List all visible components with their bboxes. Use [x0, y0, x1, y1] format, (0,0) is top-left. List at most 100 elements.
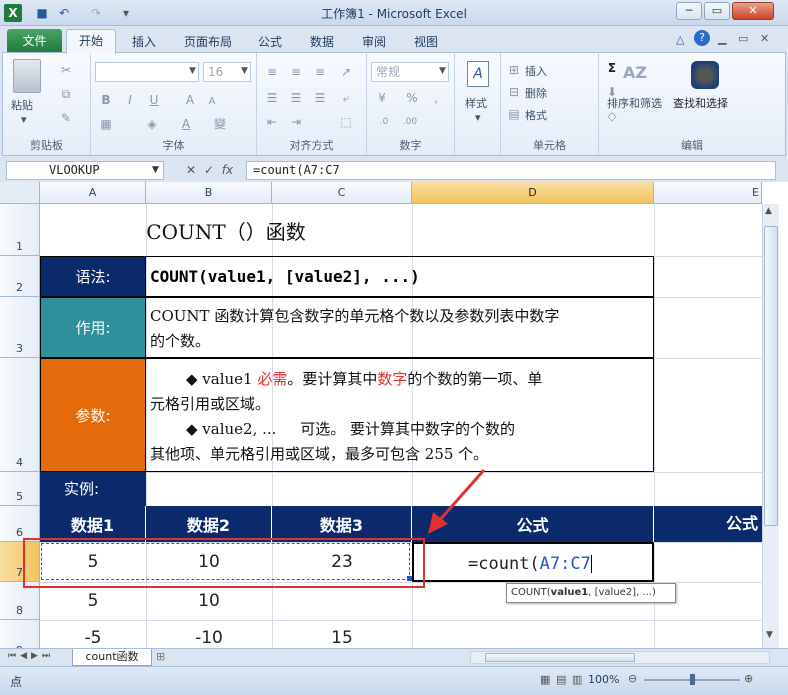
cut-icon[interactable]: ✂	[57, 61, 75, 79]
row-header-1[interactable]: 1	[0, 204, 40, 256]
tab-view[interactable]: 视图	[406, 32, 446, 53]
tab-data[interactable]: 数据	[302, 32, 342, 53]
format-cells-button[interactable]: 格式	[525, 107, 547, 123]
tab-review[interactable]: 审阅	[354, 32, 394, 53]
purpose-value-cell[interactable]: COUNT 函数计算包含数字的单元格个数以及参数列表中数字 的个数。	[145, 297, 654, 358]
header-data2[interactable]: 数据2	[146, 506, 272, 542]
enter-icon[interactable]: ✓	[204, 163, 214, 177]
tab-file[interactable]: 文件	[7, 29, 62, 53]
insert-function-button[interactable]: fx	[222, 163, 233, 177]
select-all-corner[interactable]	[0, 182, 40, 204]
autosum-button[interactable]: Σ	[603, 59, 621, 77]
params-value-cell[interactable]: ◆ value1 必需。要计算其中数字的个数的第一项、单 元格引用或区域。 ◆ …	[145, 358, 654, 472]
copy-icon[interactable]: ⧉	[57, 85, 75, 103]
column-header-b[interactable]: B	[146, 182, 272, 204]
scroll-thumb[interactable]	[764, 226, 778, 526]
formula-input[interactable]: =count(A7:C7	[246, 161, 776, 180]
align-left-icon[interactable]: ☰	[263, 89, 281, 107]
row-header-5[interactable]: 5	[0, 472, 40, 506]
grow-font-button[interactable]: A	[181, 91, 199, 109]
insert-sheet-icon[interactable]: ⊞	[156, 650, 165, 663]
italic-button[interactable]: I	[121, 91, 139, 109]
header-data1[interactable]: 数据1	[40, 506, 146, 542]
zoom-in-icon[interactable]: ⊕	[744, 672, 753, 685]
styles-dropdown-icon[interactable]: ▾	[475, 111, 481, 124]
doc-close-icon[interactable]: ✕	[760, 32, 769, 45]
column-header-e[interactable]: E	[654, 182, 762, 204]
header-data3[interactable]: 数据3	[272, 506, 412, 542]
cell-a9[interactable]: -5	[40, 620, 146, 648]
underline-button[interactable]: U	[145, 91, 163, 109]
purpose-label-cell[interactable]: 作用:	[40, 297, 146, 358]
zoom-slider-thumb[interactable]	[690, 674, 695, 685]
syntax-value-cell[interactable]: COUNT(value1, [value2], ...)	[145, 256, 654, 297]
percent-button[interactable]: %	[403, 89, 421, 107]
horizontal-scrollbar[interactable]	[470, 651, 770, 664]
tab-page-layout[interactable]: 页面布局	[176, 32, 240, 53]
vertical-scrollbar[interactable]: ▲ ▼	[762, 204, 779, 648]
tab-formulas[interactable]: 公式	[250, 32, 290, 53]
align-middle-icon[interactable]: ≡	[287, 63, 305, 81]
minimize-button[interactable]: ─	[676, 2, 702, 20]
scroll-up-icon[interactable]: ▲	[765, 206, 772, 216]
function-tooltip[interactable]: COUNT(value1, [value2], ...)	[506, 583, 676, 603]
doc-restore-icon[interactable]: ▭	[738, 32, 748, 45]
tab-insert[interactable]: 插入	[124, 32, 164, 53]
row-header-6[interactable]: 6	[0, 506, 40, 542]
doc-minimize-icon[interactable]: ▁	[718, 32, 726, 45]
cancel-icon[interactable]: ✕	[186, 163, 196, 177]
align-top-icon[interactable]: ≡	[263, 63, 281, 81]
view-layout-icon[interactable]: ▤	[556, 673, 566, 686]
sheet-nav-icons[interactable]: ⏮◀▶⏭	[8, 651, 54, 661]
paste-dropdown-icon[interactable]: ▾	[21, 113, 27, 126]
styles-button[interactable]: 样式	[465, 95, 487, 111]
shrink-font-button[interactable]: A	[203, 93, 221, 111]
orientation-icon[interactable]: ↗	[337, 63, 355, 81]
help-icon[interactable]: ?	[694, 30, 710, 46]
cell-d7-editing[interactable]: =count(A7:C7	[412, 542, 654, 582]
row-header-3[interactable]: 3	[0, 297, 40, 358]
align-center-icon[interactable]: ☰	[287, 89, 305, 107]
example-label-cell[interactable]: 实例:	[40, 472, 146, 506]
number-format-dropdown[interactable]: 常规	[371, 62, 449, 82]
sort-filter-button[interactable]: 排序和筛选	[607, 95, 662, 111]
tab-home[interactable]: 开始	[66, 29, 116, 54]
cell-c8[interactable]	[272, 582, 412, 620]
font-color-icon[interactable]: A	[177, 115, 195, 133]
column-header-c[interactable]: C	[272, 182, 412, 204]
view-pagebreak-icon[interactable]: ▥	[572, 673, 582, 686]
view-normal-icon[interactable]: ▦	[540, 673, 550, 686]
currency-icon[interactable]: ¥	[373, 89, 391, 107]
increase-decimal-icon[interactable]: .0	[375, 113, 393, 131]
cell-c9[interactable]: 15	[272, 620, 412, 648]
close-button[interactable]: ✕	[732, 2, 774, 20]
merge-center-icon[interactable]: ⬚	[337, 113, 355, 131]
wrap-text-icon[interactable]: ⤶	[337, 89, 355, 107]
zoom-out-icon[interactable]: ⊖	[628, 672, 637, 685]
find-select-button[interactable]: 查找和选择	[673, 95, 728, 111]
header-formula-e[interactable]: 公式	[654, 506, 762, 542]
row-header-4[interactable]: 4	[0, 358, 40, 472]
format-painter-icon[interactable]: ✎	[57, 109, 75, 127]
cell-b8[interactable]: 10	[146, 582, 272, 620]
font-name-dropdown[interactable]	[95, 62, 199, 82]
decrease-decimal-icon[interactable]: .00	[401, 113, 419, 131]
sheet-tab-active[interactable]: count函数	[72, 649, 152, 666]
cell-b9[interactable]: -10	[146, 620, 272, 648]
restore-button[interactable]: ▭	[704, 2, 730, 20]
scroll-down-icon[interactable]: ▼	[766, 630, 773, 640]
align-right-icon[interactable]: ☰	[311, 89, 329, 107]
delete-cells-button[interactable]: 删除	[525, 85, 547, 101]
align-bottom-icon[interactable]: ≡	[311, 63, 329, 81]
decrease-indent-icon[interactable]: ⇤	[263, 113, 281, 131]
borders-icon[interactable]: ▦	[97, 115, 115, 133]
phonetic-icon[interactable]: 變	[211, 115, 229, 133]
comma-button[interactable]: ,	[427, 89, 445, 107]
paste-button[interactable]: 粘贴	[11, 97, 33, 113]
params-label-cell[interactable]: 参数:	[40, 358, 146, 472]
cell-a8[interactable]: 5	[40, 582, 146, 620]
syntax-label-cell[interactable]: 语法:	[40, 256, 146, 297]
row-header-2[interactable]: 2	[0, 256, 40, 297]
hscroll-thumb[interactable]	[485, 653, 635, 662]
worksheet-grid[interactable]: A B C D E 1 2 3 4 5 6 7 8 9 COUNT（）函数 语法…	[0, 182, 788, 660]
